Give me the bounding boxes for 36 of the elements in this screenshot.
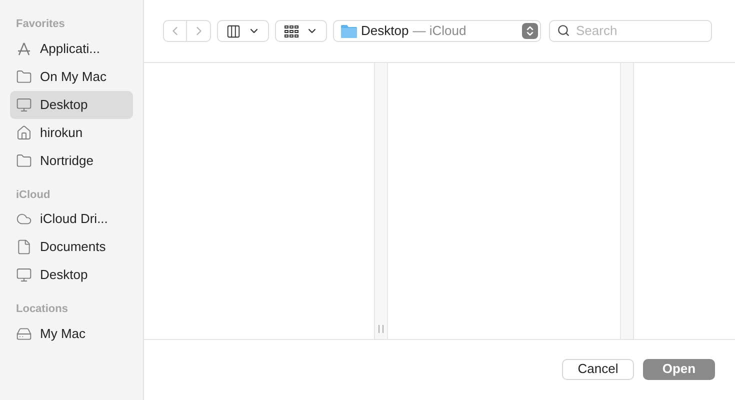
location-suffix: — iCloud	[412, 22, 466, 40]
sidebar-item[interactable]: On My Mac	[10, 62, 133, 90]
sidebar-item[interactable]: Desktop	[10, 90, 133, 118]
cancel-button[interactable]: Cancel	[562, 358, 634, 380]
compass-icon	[16, 40, 32, 56]
search-field[interactable]: Search	[549, 20, 712, 42]
monitor-icon	[16, 267, 32, 283]
sidebar-item[interactable]: Nortridge	[10, 146, 133, 174]
sidebar-item[interactable]: Documents	[10, 233, 133, 261]
document-icon	[16, 239, 32, 255]
folder-icon	[341, 24, 357, 38]
sidebar-item[interactable]: hirokun	[10, 118, 133, 146]
stepper-icon	[522, 23, 538, 39]
folder-icon	[16, 152, 32, 168]
group-button[interactable]	[275, 20, 327, 42]
back-button[interactable]	[163, 20, 187, 42]
drive-icon	[16, 326, 32, 342]
section-header: iCloud	[15, 188, 52, 202]
columns-icon	[226, 24, 241, 38]
location-popup[interactable]: Desktop — iCloud	[333, 20, 541, 42]
sidebar-item[interactable]: Desktop	[10, 261, 133, 289]
sidebar-item[interactable]: iCloud Dri...	[10, 205, 133, 233]
resize-grip-icon	[378, 325, 384, 333]
location-name: Desktop	[361, 22, 409, 40]
sidebar-item[interactable]: Applicati...	[10, 34, 133, 62]
home-icon	[16, 124, 32, 140]
forward-button[interactable]	[187, 20, 211, 42]
section-header: Locations	[15, 302, 69, 317]
cloud-icon	[16, 211, 32, 227]
grid-icon	[284, 24, 299, 38]
folder-icon	[16, 68, 32, 84]
sidebar-item[interactable]: My Mac	[10, 320, 133, 348]
search-icon	[557, 24, 570, 37]
monitor-icon	[16, 96, 32, 112]
section-header: Favorites	[15, 17, 66, 32]
view-mode-button[interactable]	[217, 20, 269, 42]
